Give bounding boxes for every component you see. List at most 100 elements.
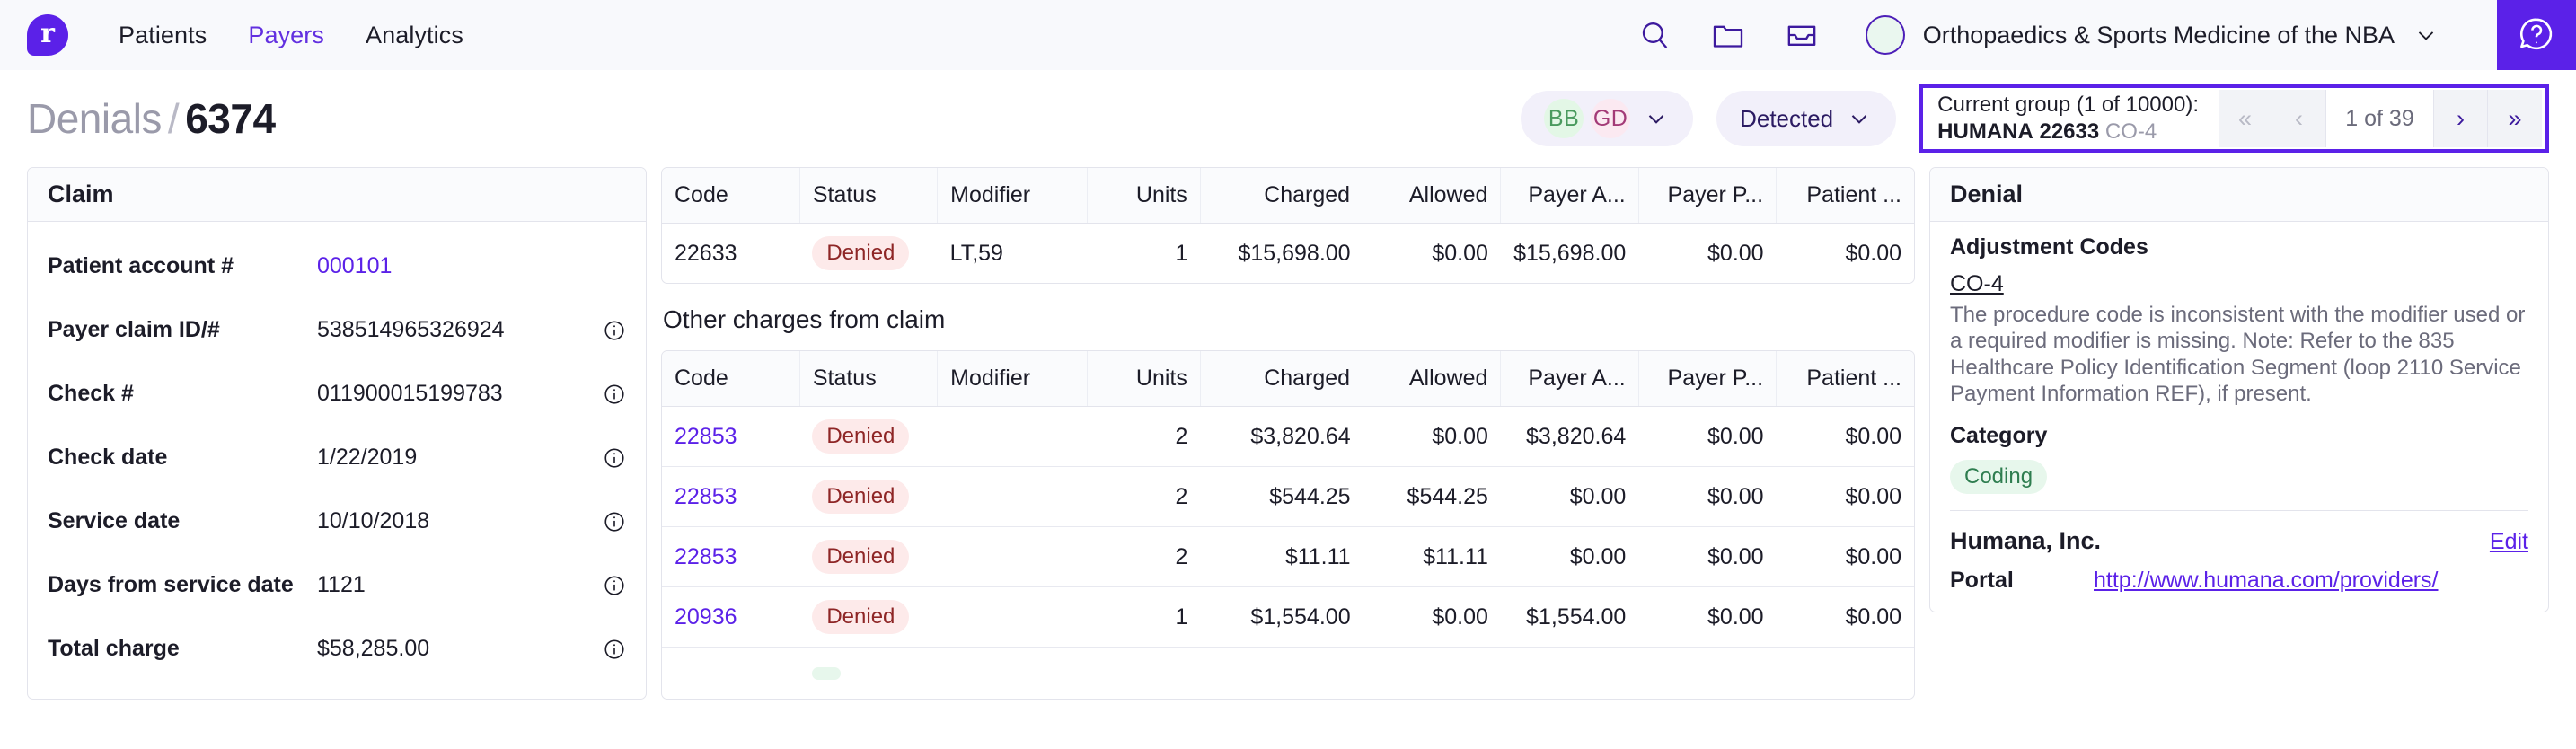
info-icon[interactable] xyxy=(603,446,626,470)
cell-code xyxy=(662,648,799,700)
column-header-payer-adjustment[interactable]: Payer A... xyxy=(1500,351,1639,407)
pagination-last-button[interactable]: » xyxy=(2488,90,2542,147)
nav-item-analytics[interactable]: Analytics xyxy=(366,22,463,49)
cell-status: Denied xyxy=(799,526,938,587)
status-filter-dropdown[interactable]: Detected xyxy=(1716,91,1897,146)
code-link[interactable]: 22853 xyxy=(675,484,737,509)
assignee-selector[interactable]: BB GD xyxy=(1521,91,1694,146)
column-header-code[interactable]: Code xyxy=(662,351,800,407)
table-row[interactable] xyxy=(662,648,1914,700)
column-header-payer-paid[interactable]: Payer P... xyxy=(1638,351,1778,407)
pagination-first-button[interactable]: « xyxy=(2219,90,2272,147)
info-icon[interactable] xyxy=(603,383,626,406)
cell-code: 20936 xyxy=(662,586,800,648)
cell-payer-paid: $0.00 xyxy=(1638,526,1777,587)
info-icon[interactable] xyxy=(603,319,626,342)
edit-payer-link[interactable]: Edit xyxy=(2490,529,2528,555)
column-header-modifier[interactable]: Modifier xyxy=(937,168,1089,224)
column-header-units[interactable]: Units xyxy=(1087,351,1201,407)
pagination-next-button[interactable]: › xyxy=(2434,90,2488,147)
claim-field-row: Days from service date 1121 xyxy=(48,553,626,617)
table-row[interactable]: 22853 Denied 2 $3,820.64 $0.00 $3,820.64… xyxy=(662,406,1914,467)
column-header-charged[interactable]: Charged xyxy=(1200,168,1364,224)
status-badge: Denied xyxy=(812,236,910,270)
other-charges-table: Code Status Modifier Units Charged Allow… xyxy=(662,351,1914,699)
cell-units: 1 xyxy=(1087,586,1201,648)
cell-payer-adjustment xyxy=(1501,648,1638,700)
portal-url-link[interactable]: http://www.humana.com/providers/ xyxy=(2094,568,2439,594)
info-icon[interactable] xyxy=(603,638,626,661)
info-icon[interactable] xyxy=(603,510,626,533)
chevron-down-icon xyxy=(2413,22,2439,48)
cell-modifier xyxy=(937,586,1088,648)
claim-field-row: Total charge $58,285.00 xyxy=(48,617,626,681)
cell-units: 2 xyxy=(1087,466,1201,527)
claim-field-value: 538514965326924 xyxy=(317,317,505,342)
cell-charged: $544.25 xyxy=(1200,466,1363,527)
cell-allowed: $0.00 xyxy=(1363,406,1501,467)
claim-field-label: Payer claim ID/# xyxy=(48,317,220,342)
cell-patient-responsibility: $0.00 xyxy=(1845,240,1901,266)
claim-field-row: Check # 011900015199783 xyxy=(48,362,626,426)
table-row[interactable]: 22633 Denied LT,59 1 $15,698.00 $0.00 $1… xyxy=(662,224,1914,284)
folder-icon[interactable] xyxy=(1707,14,1749,56)
cell-units: 2 xyxy=(1087,526,1201,587)
cell-allowed: $0.00 xyxy=(1363,586,1501,648)
column-header-modifier[interactable]: Modifier xyxy=(937,351,1089,407)
page-title: Denials/6374 xyxy=(27,94,276,143)
group-pagination: « ‹ 1 of 39 › » xyxy=(2219,90,2542,147)
column-header-code[interactable]: Code xyxy=(662,168,800,224)
column-header-charged[interactable]: Charged xyxy=(1200,351,1364,407)
organization-switcher[interactable]: Orthopaedics & Sports Medicine of the NB… xyxy=(1865,15,2439,55)
claim-field-label: Total charge xyxy=(48,636,180,661)
search-icon[interactable] xyxy=(1634,14,1675,56)
cell-allowed: $11.11 xyxy=(1363,526,1501,587)
info-icon[interactable] xyxy=(603,574,626,597)
column-header-payer-paid[interactable]: Payer P... xyxy=(1638,168,1778,224)
patient-account-link[interactable]: 000101 xyxy=(317,253,626,279)
charges-section: Code Status Modifier Units Charged Allow… xyxy=(661,167,1915,700)
table-row[interactable]: 20936 Denied 1 $1,554.00 $0.00 $1,554.00… xyxy=(662,586,1914,648)
column-header-payer-adjustment[interactable]: Payer A... xyxy=(1500,168,1639,224)
current-group-counter: Current group (1 of 10000): xyxy=(1937,93,2199,117)
table-row[interactable]: 22853 Denied 2 $544.25 $544.25 $0.00 $0.… xyxy=(662,466,1914,527)
cell-patient-responsibility: $0.00 xyxy=(1776,526,1914,587)
other-charges-table-card: Code Status Modifier Units Charged Allow… xyxy=(661,350,1915,700)
help-button[interactable] xyxy=(2497,0,2576,70)
nav-item-payers[interactable]: Payers xyxy=(248,22,324,49)
status-badge: Denied xyxy=(812,600,910,634)
cell-modifier xyxy=(937,526,1088,587)
inbox-icon[interactable] xyxy=(1781,14,1822,56)
cell-payer-paid xyxy=(1638,648,1776,700)
cell-allowed: $0.00 xyxy=(1432,240,1488,266)
table-header-row: Code Status Modifier Units Charged Allow… xyxy=(662,351,1914,407)
claim-field-label: Check # xyxy=(48,381,134,406)
logo-mark: r xyxy=(27,14,68,56)
nav-item-patients[interactable]: Patients xyxy=(119,22,207,49)
category-label: Category xyxy=(1950,423,2048,449)
claim-field-label: Patient account # xyxy=(48,253,234,278)
current-group-identity: HUMANA 22633 CO-4 xyxy=(1937,119,2199,145)
column-header-patient-responsibility[interactable]: Patient ... xyxy=(1776,168,1914,224)
column-header-status[interactable]: Status xyxy=(799,351,939,407)
table-row[interactable]: 22853 Denied 2 $11.11 $11.11 $0.00 $0.00… xyxy=(662,526,1914,587)
primary-charge-table: Code Status Modifier Units Charged Allow… xyxy=(662,168,1914,283)
avatar xyxy=(1865,15,1905,55)
code-link[interactable]: 22853 xyxy=(675,544,737,569)
cell-patient-responsibility: $0.00 xyxy=(1776,586,1914,648)
page-header: Denials/6374 BB GD Detected Current grou… xyxy=(0,70,2576,167)
pagination-prev-button[interactable]: ‹ xyxy=(2272,90,2326,147)
cell-patient-responsibility: $0.00 xyxy=(1776,406,1914,467)
app-logo[interactable]: r xyxy=(27,14,68,56)
column-header-status[interactable]: Status xyxy=(799,168,939,224)
cell-payer-paid: $0.00 xyxy=(1707,240,1764,266)
column-header-allowed[interactable]: Allowed xyxy=(1363,351,1502,407)
breadcrumb-parent[interactable]: Denials xyxy=(27,95,162,142)
code-link[interactable]: 22853 xyxy=(675,424,737,449)
column-header-units[interactable]: Units xyxy=(1087,168,1201,224)
column-header-allowed[interactable]: Allowed xyxy=(1363,168,1502,224)
adjustment-code-link[interactable]: CO-4 xyxy=(1950,271,2004,297)
code-link[interactable]: 20936 xyxy=(675,604,737,630)
column-header-patient-responsibility[interactable]: Patient ... xyxy=(1776,351,1914,407)
status-badge: Denied xyxy=(812,480,910,514)
